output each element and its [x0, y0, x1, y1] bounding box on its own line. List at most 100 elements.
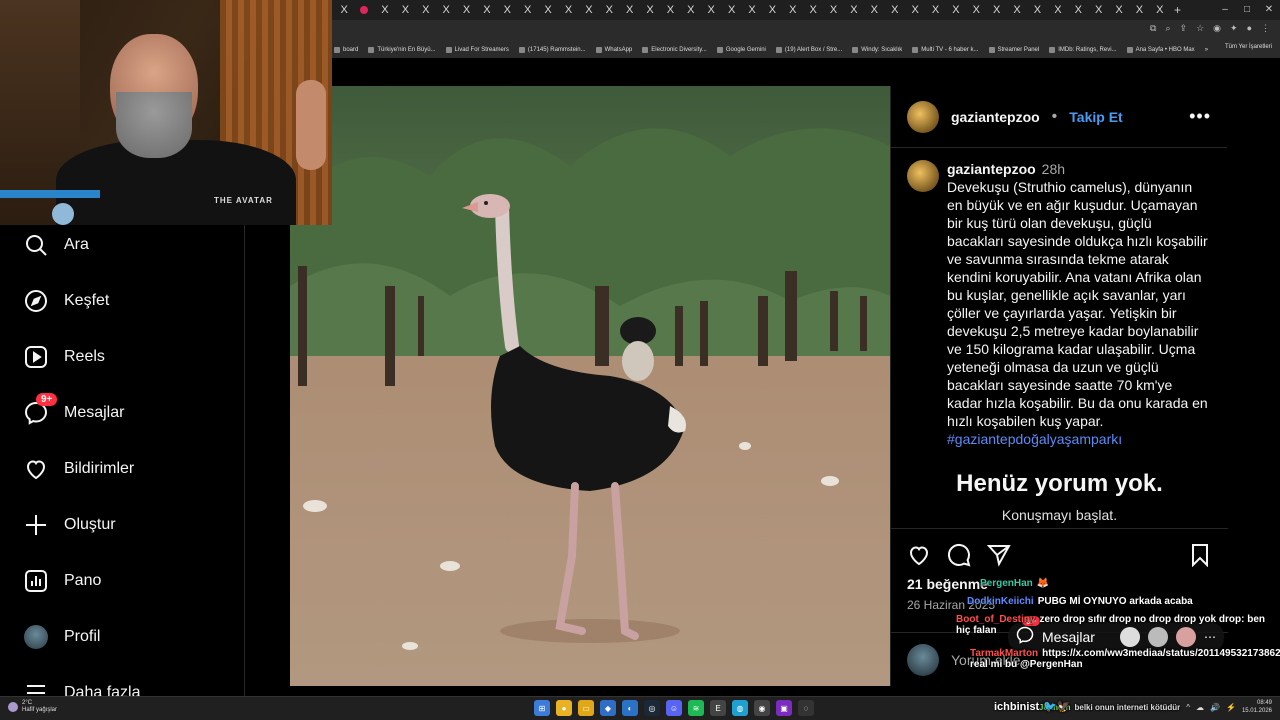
volume-icon[interactable]: 🔊: [1210, 703, 1220, 712]
battery-icon[interactable]: ⚡: [1226, 703, 1236, 712]
tab-close-icon[interactable]: X: [585, 4, 592, 16]
tab-close-icon[interactable]: X: [402, 4, 409, 16]
sidebar-item-explore[interactable]: Keşfet: [24, 287, 109, 315]
tab-close-icon[interactable]: X: [341, 4, 348, 16]
tab-close-icon[interactable]: X: [1136, 4, 1143, 16]
browser-tab[interactable]: X: [721, 0, 741, 20]
tab-close-icon[interactable]: X: [871, 4, 878, 16]
bookmark-item[interactable]: board: [334, 47, 358, 53]
tab-close-icon[interactable]: X: [544, 4, 551, 16]
all-bookmarks-button[interactable]: Tüm Yer İşaretleri: [1225, 44, 1272, 50]
bookmark-item[interactable]: Electronic Diversity...: [642, 47, 707, 53]
like-heart-icon[interactable]: [907, 543, 931, 567]
browser-tab[interactable]: X: [1129, 0, 1149, 20]
browser-tab[interactable]: X: [640, 0, 660, 20]
weather-widget[interactable]: 2°C Hafif yağışlar: [8, 700, 57, 714]
tab-close-icon[interactable]: X: [667, 4, 674, 16]
tab-close-icon[interactable]: X: [748, 4, 755, 16]
sidebar-item-search[interactable]: Ara: [24, 231, 89, 259]
sidebar-item-create[interactable]: Oluştur: [24, 511, 116, 539]
discord-icon[interactable]: ☺: [666, 700, 682, 716]
browser-tab[interactable]: X: [477, 0, 497, 20]
sidebar-item-dashboard[interactable]: Pano: [24, 567, 101, 595]
browser-tab[interactable]: X: [395, 0, 415, 20]
more-options-icon[interactable]: •••: [1189, 106, 1211, 127]
maximize-button[interactable]: □: [1236, 0, 1258, 20]
browser-tab[interactable]: X: [579, 0, 599, 20]
browser-tab[interactable]: [354, 0, 374, 20]
browser-tab[interactable]: X: [681, 0, 701, 20]
tab-close-icon[interactable]: X: [626, 4, 633, 16]
tab-close-icon[interactable]: X: [810, 4, 817, 16]
bookmark-item[interactable]: Ana Sayfa • HBO Max: [1126, 47, 1195, 53]
close-window-button[interactable]: ✕: [1258, 0, 1280, 20]
file-explorer-icon[interactable]: ▭: [578, 700, 594, 716]
browser-tab[interactable]: X: [619, 0, 639, 20]
browser-tab[interactable]: X: [701, 0, 721, 20]
puzzle-icon[interactable]: ✦: [1230, 23, 1238, 34]
tab-close-icon[interactable]: X: [1095, 4, 1102, 16]
author-avatar[interactable]: [907, 100, 939, 133]
windows-start-icon[interactable]: ⊞: [534, 700, 550, 716]
browser-tab[interactable]: X: [905, 0, 925, 20]
browser-tab[interactable]: X: [497, 0, 517, 20]
app-icon[interactable]: ▣: [776, 700, 792, 716]
browser-tab[interactable]: X: [966, 0, 986, 20]
browser-tab[interactable]: X: [885, 0, 905, 20]
browser-tab[interactable]: X: [599, 0, 619, 20]
sidebar-item-reels[interactable]: Reels: [24, 343, 105, 371]
browser-tab[interactable]: X: [844, 0, 864, 20]
tab-close-icon[interactable]: X: [993, 4, 1000, 16]
app-icon[interactable]: ◌: [798, 700, 814, 716]
sidebar-item-profile[interactable]: Profil: [24, 623, 100, 651]
browser-tab[interactable]: X: [987, 0, 1007, 20]
author-username[interactable]: gaziantepzoo: [951, 109, 1040, 125]
browser-tab[interactable]: X: [946, 0, 966, 20]
tab-close-icon[interactable]: X: [504, 4, 511, 16]
bookmark-item[interactable]: Windy: Sıcaklık: [852, 47, 902, 53]
hashtag-link[interactable]: #gaziantepdoğalyaşamparkı: [947, 431, 1122, 447]
tab-close-icon[interactable]: X: [1034, 4, 1041, 16]
tab-close-icon[interactable]: X: [911, 4, 918, 16]
tab-close-icon[interactable]: X: [606, 4, 613, 16]
browser-tab[interactable]: X: [558, 0, 578, 20]
install-icon[interactable]: ⧉: [1150, 23, 1156, 34]
post-image[interactable]: [290, 86, 890, 686]
tab-close-icon[interactable]: X: [728, 4, 735, 16]
browser-tab[interactable]: X: [1150, 0, 1170, 20]
bookmark-item[interactable]: (19) Alert Box / Stre...: [775, 47, 842, 53]
browser-tab[interactable]: X: [1109, 0, 1129, 20]
onedrive-icon[interactable]: ☁: [1196, 703, 1204, 712]
bookmarks-overflow-button[interactable]: »: [1205, 47, 1208, 53]
bookmark-item[interactable]: Livad For Streamers: [445, 47, 509, 53]
tab-close-icon[interactable]: X: [646, 4, 653, 16]
browser-tab[interactable]: X: [1027, 0, 1047, 20]
tab-close-icon[interactable]: X: [789, 4, 796, 16]
caption-username[interactable]: gaziantepzoo: [947, 161, 1036, 177]
tab-close-icon[interactable]: X: [463, 4, 470, 16]
browser-tab[interactable]: X: [375, 0, 395, 20]
browser-tab[interactable]: X: [823, 0, 843, 20]
tab-close-icon[interactable]: X: [769, 4, 776, 16]
tab-close-icon[interactable]: X: [708, 4, 715, 16]
save-bookmark-icon[interactable]: [1188, 543, 1212, 567]
follow-button[interactable]: Takip Et: [1069, 109, 1122, 125]
share-icon[interactable]: ⇪: [1180, 23, 1188, 34]
spotify-icon[interactable]: ≋: [688, 700, 704, 716]
system-clock[interactable]: 08:49 15.01.2026: [1242, 699, 1272, 715]
zoom-icon[interactable]: ⌕: [1165, 23, 1170, 34]
browser-tab[interactable]: X: [1068, 0, 1088, 20]
tab-close-icon[interactable]: X: [442, 4, 449, 16]
sidebar-item-notifications[interactable]: Bildirimler: [24, 455, 134, 483]
chrome-icon[interactable]: ●: [556, 700, 572, 716]
tab-close-icon[interactable]: X: [932, 4, 939, 16]
tab-close-icon[interactable]: X: [1156, 4, 1163, 16]
browser-tab[interactable]: X: [538, 0, 558, 20]
obs-icon[interactable]: ◉: [754, 700, 770, 716]
comment-icon[interactable]: [947, 543, 971, 567]
tray-chevron-icon[interactable]: ^: [1186, 703, 1190, 712]
browser-tab[interactable]: X: [1048, 0, 1068, 20]
browser-tab[interactable]: X: [1007, 0, 1027, 20]
tab-close-icon[interactable]: X: [687, 4, 694, 16]
browser-tab[interactable]: X: [456, 0, 476, 20]
